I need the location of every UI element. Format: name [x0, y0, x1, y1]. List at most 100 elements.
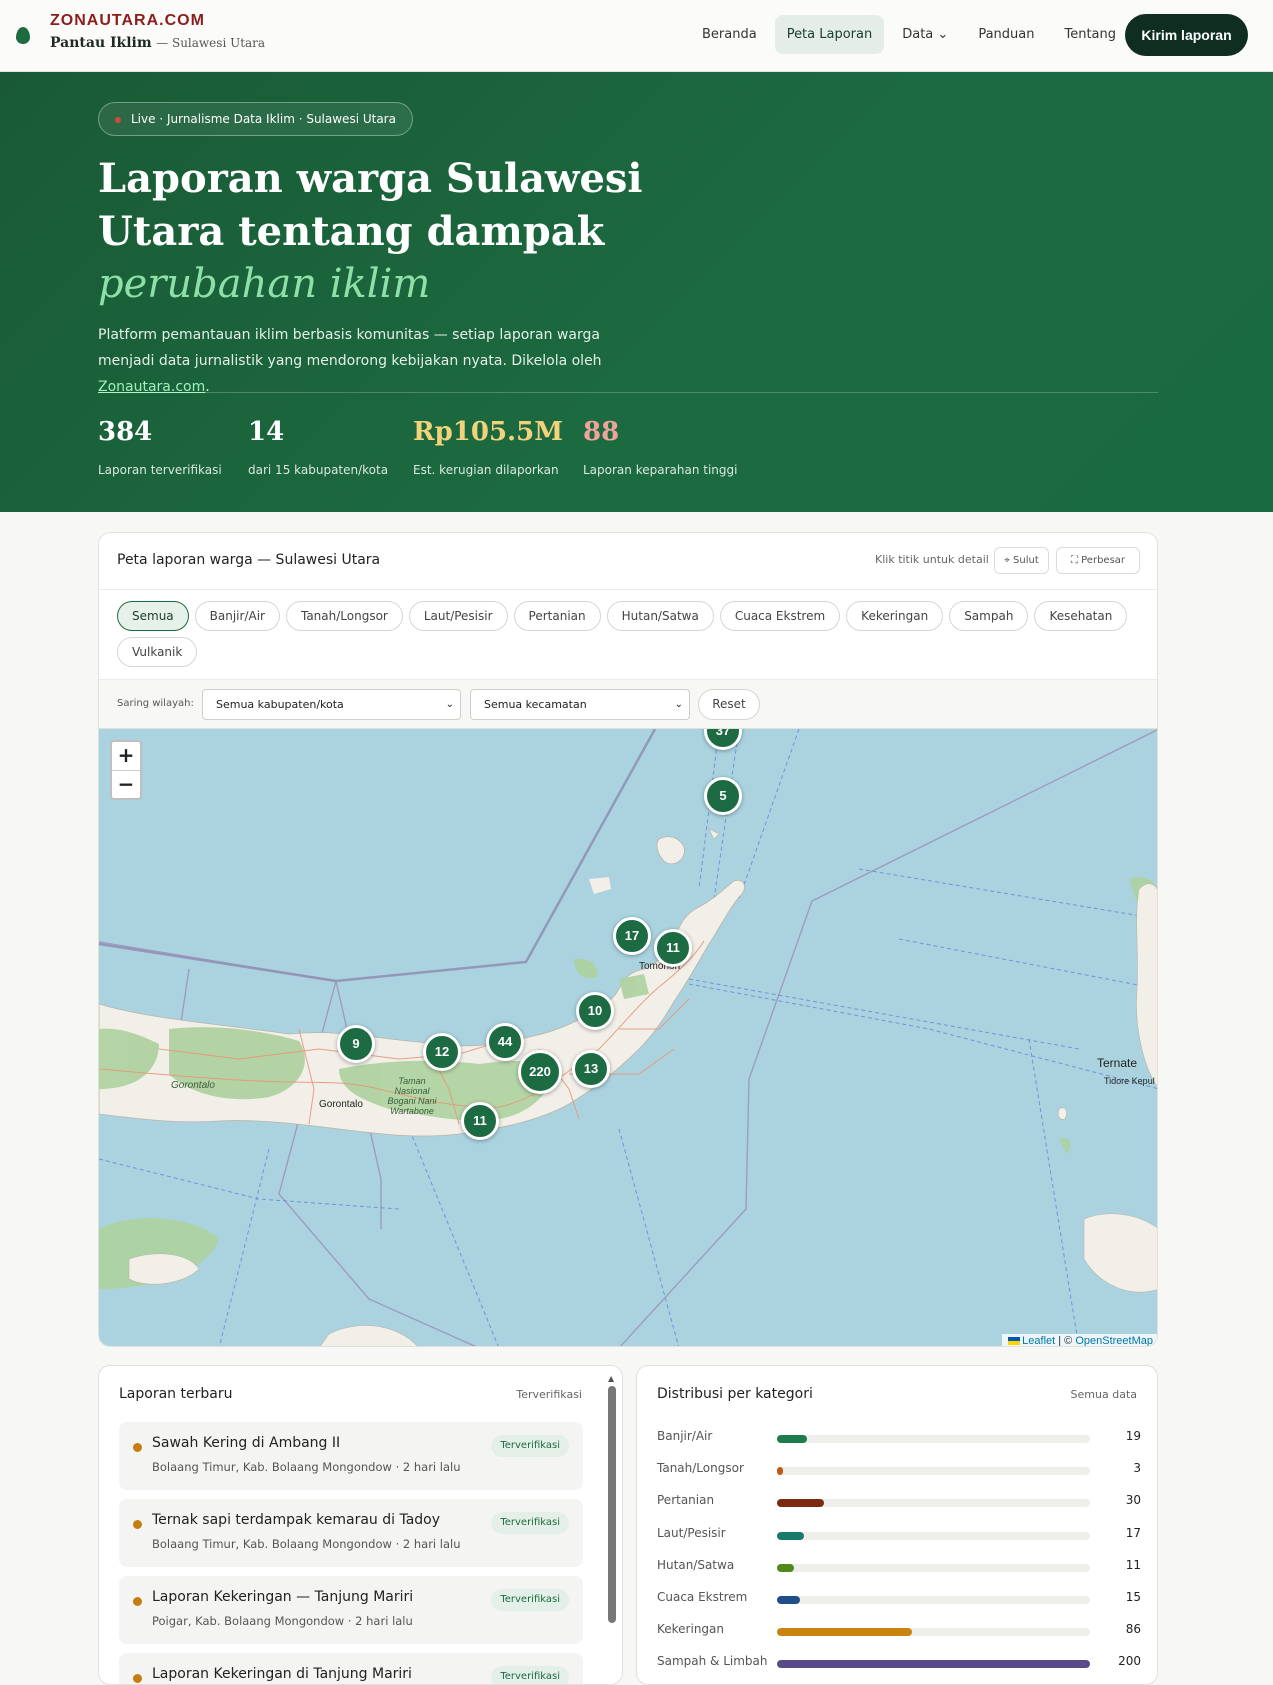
- hero-title-emphasis: perubahan iklim: [98, 261, 431, 307]
- cluster-marker[interactable]: 11: [654, 929, 692, 967]
- reset-button[interactable]: Reset: [698, 689, 760, 720]
- stat-losses: Rp105.5M Est. kerugian dilaporkan: [413, 417, 563, 477]
- map-attribution: Leaflet | © OpenStreetMap: [1002, 1334, 1157, 1347]
- hero-title-line: Laporan warga Sulawesi Utara tentang dam…: [98, 155, 643, 255]
- category-name: Banjir/Air: [657, 1429, 713, 1443]
- stat-label: Est. kerugian dilaporkan: [413, 463, 559, 477]
- distribution-row: Pertanian 30: [657, 1493, 1141, 1513]
- category-count: 19: [1125, 1429, 1141, 1443]
- stat-label: dari 15 kabupaten/kota: [248, 463, 389, 477]
- zoom-control: + −: [110, 740, 142, 800]
- stat-severity: 88 Laporan keparahan tinggi: [583, 417, 737, 477]
- chip-laut-pesisir[interactable]: Laut/Pesisir: [408, 601, 508, 631]
- live-badge-text: Live · Jurnalisme Data Iklim · Sulawesi …: [131, 112, 396, 126]
- bar-track: [777, 1596, 1090, 1604]
- distribution-subtitle: Semua data: [1070, 1388, 1137, 1401]
- cluster-marker[interactable]: 9: [337, 1025, 375, 1063]
- nav-link-tentang[interactable]: Tentang: [1052, 15, 1128, 54]
- cluster-marker[interactable]: 10: [576, 992, 614, 1030]
- chip-cuaca-ekstrem[interactable]: Cuaca Ekstrem: [719, 601, 841, 631]
- ukraine-flag-icon: [1008, 1337, 1021, 1346]
- leaflet-link[interactable]: Leaflet: [1022, 1335, 1055, 1346]
- regency-select[interactable]: Semua kabupaten/kota ⌄: [202, 689, 461, 720]
- report-item[interactable]: Ternak sapi terdampak kemarau di Tadoy Bo…: [119, 1499, 583, 1567]
- chip-banjir-air[interactable]: Banjir/Air: [194, 601, 280, 631]
- nav-link-peta-laporan[interactable]: Peta Laporan: [774, 15, 885, 54]
- osm-link[interactable]: OpenStreetMap: [1075, 1335, 1153, 1346]
- cluster-marker[interactable]: 17: [613, 917, 651, 955]
- nav-link-data[interactable]: Data ⌄: [890, 15, 960, 54]
- verified-badge: Terverifikasi: [491, 1666, 569, 1684]
- map-tiles: Tomohon: [99, 729, 1157, 1346]
- cluster-marker[interactable]: 5: [704, 777, 742, 815]
- leaflet-map[interactable]: Tomohon Ternate Tidore Kepul Gorontalo G…: [99, 729, 1157, 1347]
- chip-sampah[interactable]: Sampah: [949, 601, 1029, 631]
- bar-fill: [777, 1467, 783, 1476]
- scrollbar-thumb[interactable]: [608, 1386, 616, 1623]
- category-name: Laut/Pesisir: [657, 1525, 726, 1540]
- report-list: Sawah Kering di Ambang II Bolaang Timur, …: [119, 1422, 583, 1684]
- hero-divider: [98, 392, 1158, 393]
- top-navbar: ZONAUTARA.COM Pantau Iklim — Sulawesi Ut…: [0, 0, 1273, 72]
- region-filter-bar: Saring wilayah: Semua kabupaten/kota ⌄ Se…: [99, 679, 1157, 729]
- verified-badge: Terverifikasi: [491, 1589, 569, 1611]
- cluster-marker[interactable]: 44: [486, 1023, 524, 1061]
- chip-kekeringan[interactable]: Kekeringan: [846, 601, 944, 631]
- cluster-marker[interactable]: 220: [518, 1050, 562, 1094]
- chip-kesehatan[interactable]: Kesehatan: [1034, 601, 1128, 631]
- bar-fill: [777, 1531, 804, 1540]
- category-count: 11: [1125, 1557, 1141, 1572]
- bar-track: [777, 1563, 1090, 1572]
- nav-link-panduan[interactable]: Panduan: [966, 15, 1046, 54]
- zoom-out-button[interactable]: −: [112, 770, 140, 798]
- category-count: 3: [1133, 1461, 1141, 1476]
- scroll-up-icon[interactable]: ▲: [608, 1374, 614, 1383]
- expand-map-button[interactable]: ⛶ Perbesar: [1056, 547, 1140, 574]
- category-dot-icon: [133, 1597, 142, 1606]
- report-item[interactable]: Laporan Kekeringan di Tanjung Mariri Terv…: [119, 1653, 583, 1684]
- distribution-row: Sampah & Limbah 200: [657, 1654, 1141, 1674]
- report-item[interactable]: Laporan Kekeringan — Tanjung Mariri Poiga…: [119, 1576, 583, 1644]
- label-tidore: Tidore Kepul: [1104, 1076, 1155, 1086]
- chip-vulkanik[interactable]: Vulkanik: [117, 637, 198, 667]
- brand-region: — Sulawesi Utara: [156, 36, 266, 50]
- zoom-in-button[interactable]: +: [112, 742, 140, 770]
- nav-links: Beranda Peta Laporan Data ⌄ Panduan Tent…: [690, 15, 1128, 54]
- report-item[interactable]: Sawah Kering di Ambang II Bolaang Timur, …: [119, 1422, 583, 1490]
- attribution-separator: | ©: [1055, 1335, 1076, 1347]
- report-meta: Bolaang Timur, Kab. Bolaang Mongondow · …: [152, 1537, 461, 1551]
- report-title: Sawah Kering di Ambang II: [152, 1435, 341, 1451]
- chevron-down-icon: ⌄: [445, 699, 454, 710]
- stat-value: 14: [248, 417, 285, 447]
- category-count: 86: [1125, 1622, 1141, 1637]
- district-select[interactable]: Semua kecamatan ⌄: [470, 689, 690, 720]
- cluster-marker[interactable]: 12: [423, 1033, 461, 1071]
- bar-fill: [777, 1596, 801, 1604]
- brand-title[interactable]: Pantau Iklim — Sulawesi Utara: [50, 35, 265, 51]
- regency-select-value: Semua kabupaten/kota: [216, 698, 344, 711]
- distribution-row: Tanah/Longsor 3: [657, 1461, 1141, 1481]
- category-count: 30: [1125, 1493, 1141, 1508]
- chip-semua[interactable]: Semua: [117, 601, 189, 631]
- chip-tanah-longsor[interactable]: Tanah/Longsor: [285, 601, 403, 631]
- chip-pertanian[interactable]: Pertanian: [513, 601, 601, 631]
- send-report-button[interactable]: Kirim laporan: [1125, 14, 1248, 56]
- distribution-row: Cuaca Ekstrem 15: [657, 1590, 1141, 1610]
- category-count: 17: [1125, 1525, 1141, 1540]
- latest-reports-card: Laporan terbaru Terverifikasi Sawah Keri…: [98, 1365, 623, 1685]
- cluster-marker[interactable]: 13: [572, 1050, 610, 1088]
- stat-label: Laporan terverifikasi: [98, 463, 222, 477]
- bar-track: [777, 1628, 1090, 1637]
- list-scrollbar[interactable]: ▲: [607, 1374, 617, 1684]
- stat-value: 384: [98, 417, 153, 447]
- chevron-down-icon: ⌄: [674, 699, 683, 710]
- sulut-button[interactable]: ⌖ Sulut: [994, 547, 1049, 574]
- cluster-marker[interactable]: 11: [461, 1102, 499, 1140]
- brand-site-name[interactable]: ZONAUTARA.COM: [50, 12, 205, 30]
- latest-reports-title: Laporan terbaru: [119, 1386, 233, 1402]
- bar-track: [777, 1467, 1090, 1476]
- category-name: Hutan/Satwa: [657, 1557, 735, 1572]
- nav-link-beranda[interactable]: Beranda: [690, 15, 769, 54]
- chip-hutan-satwa[interactable]: Hutan/Satwa: [606, 601, 714, 631]
- bar-fill: [777, 1499, 824, 1508]
